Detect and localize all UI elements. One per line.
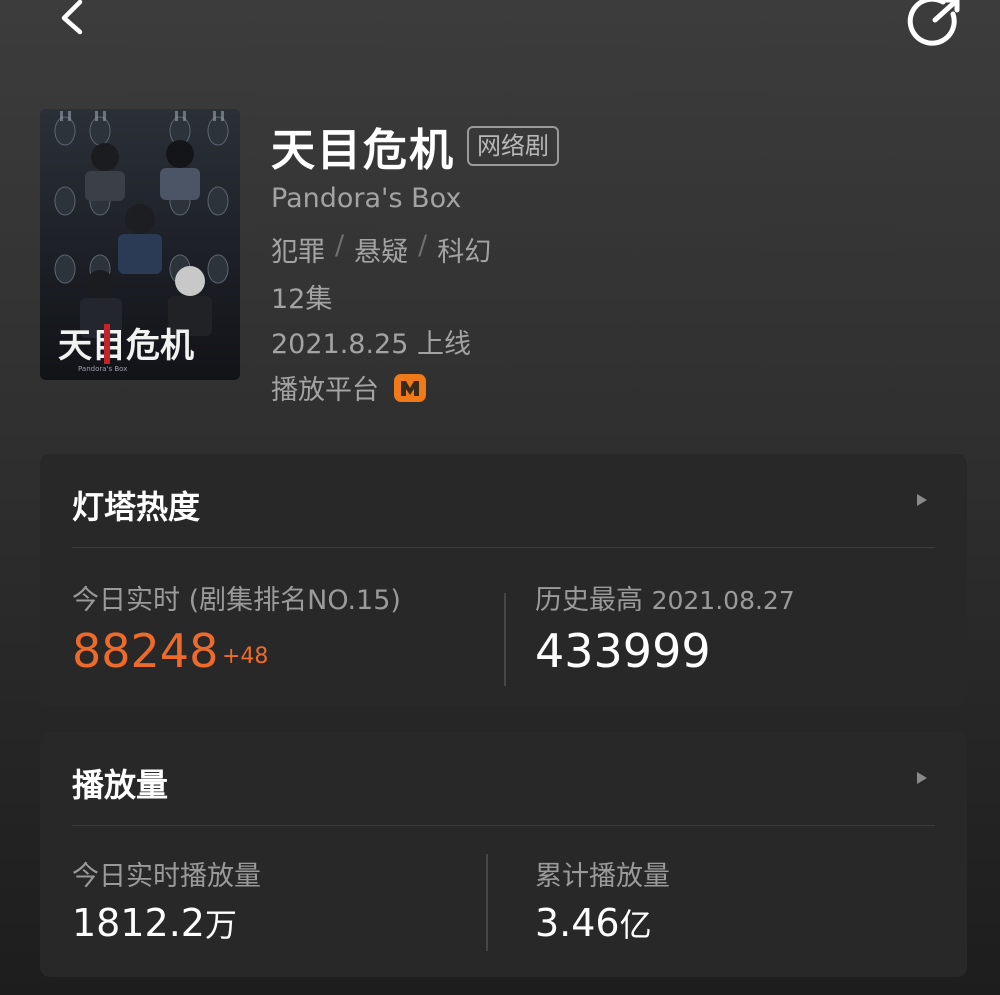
arrow-right-icon[interactable] — [915, 770, 929, 786]
total-play-value: 3.46 — [535, 901, 620, 945]
show-info: 天目危机 网络剧 — [271, 118, 559, 176]
poster-image: 天目危机 Pandora's Box — [54, 111, 229, 373]
release-date: 2021.8.25 上线 — [271, 329, 471, 360]
poster-rabbit-ears — [60, 111, 224, 121]
arrow-right-icon[interactable] — [915, 492, 929, 508]
poster-title-art: 天目危机 — [58, 326, 194, 366]
heat-card[interactable]: 灯塔热度 今日实时 (剧集排名NO.15) 88248 +48 历史最高 202… — [40, 454, 967, 707]
heat-card-title: 灯塔热度 — [72, 488, 201, 526]
history-high-date: 2021.08.27 — [651, 586, 795, 615]
today-play-value: 1812.2 — [72, 901, 205, 945]
genre-item: 科幻 — [437, 237, 492, 268]
show-poster[interactable]: 天目危机 Pandora's Box — [40, 109, 240, 380]
total-play-value-row: 3.46亿 — [535, 900, 652, 946]
genre-separator: / — [335, 230, 345, 261]
genre-list: 犯罪 / 悬疑 / 科幻 — [271, 230, 491, 269]
genre-separator: / — [418, 230, 428, 261]
poster-red-accent — [104, 324, 110, 364]
total-play-unit: 亿 — [619, 906, 652, 944]
today-play-label: 今日实时播放量 — [72, 861, 261, 892]
history-high-value: 433999 — [535, 624, 711, 678]
today-play-value-row: 1812.2万 — [72, 900, 237, 946]
today-heat-delta: +48 — [222, 644, 269, 669]
play-count-card[interactable]: 播放量 今日实时播放量 1812.2万 累计播放量 3.46亿 — [40, 732, 967, 977]
platform-row: 播放平台 — [271, 368, 427, 407]
vertical-divider — [486, 854, 488, 951]
poster-subtitle-art: Pandora's Box — [78, 365, 127, 373]
back-button[interactable] — [52, 0, 96, 40]
share-icon — [907, 0, 960, 46]
divider — [72, 547, 935, 548]
mango-tv-logo-icon[interactable] — [393, 371, 427, 405]
platform-label: 播放平台 — [271, 375, 379, 406]
vertical-divider — [504, 593, 506, 686]
type-tag: 网络剧 — [467, 126, 559, 166]
play-card-title: 播放量 — [72, 766, 169, 804]
total-play-label: 累计播放量 — [535, 861, 670, 892]
show-title: 天目危机 — [271, 125, 455, 176]
chevron-left-icon — [61, 0, 83, 35]
divider — [72, 825, 935, 826]
today-heat-label: 今日实时 (剧集排名NO.15) — [72, 585, 401, 616]
history-high-label-text: 历史最高 — [535, 585, 643, 616]
poster-rabbit-row-1 — [54, 116, 229, 146]
today-heat-value: 88248 — [72, 624, 219, 678]
english-name: Pandora's Box — [271, 183, 462, 214]
genre-item: 犯罪 — [271, 237, 325, 268]
history-high-label: 历史最高 2021.08.27 — [535, 578, 795, 617]
today-play-unit: 万 — [204, 906, 237, 944]
share-button[interactable] — [905, 0, 965, 46]
episode-count: 12集 — [271, 284, 333, 315]
poster-cast — [80, 140, 212, 338]
genre-item: 悬疑 — [354, 237, 409, 268]
